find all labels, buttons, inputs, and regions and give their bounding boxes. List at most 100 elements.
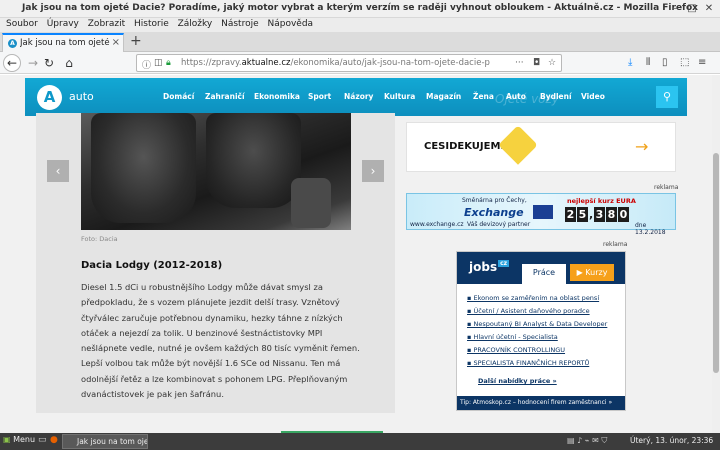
web-page: A auto Ojeté vozy Domácí Zahraničí Ekono… <box>0 75 712 433</box>
gallery-next-icon[interactable]: › <box>362 160 384 182</box>
tab-close-icon[interactable]: × <box>112 37 120 48</box>
tab-label: Jak jsou na tom ojeté Da <box>20 38 110 48</box>
menu-zobrazit[interactable]: Zobrazit <box>88 19 125 29</box>
nav-nazory[interactable]: Názory <box>344 92 373 101</box>
menu-soubor[interactable]: Soubor <box>6 19 38 29</box>
ad-exchange[interactable]: Směnárna pro Čechy, Exchange www.exchang… <box>406 193 676 236</box>
exchange-site: www.exchange.cz <box>410 221 464 228</box>
nav-auto[interactable]: Auto <box>506 92 526 101</box>
job-link[interactable]: SPECIALISTA FINANČNÍCH REPORTŮ <box>467 357 623 370</box>
scrollbar-thumb[interactable] <box>713 153 719 373</box>
nav-magazin[interactable]: Magazín <box>426 92 461 101</box>
menu-nastroje[interactable]: Nástroje <box>221 19 259 29</box>
mint-logo-icon: ▣ <box>3 435 11 444</box>
show-desktop-icon[interactable]: ▭ <box>38 435 47 445</box>
menu-zalozky[interactable]: Záložky <box>178 19 213 29</box>
window-titlebar: Jak jsou na tom ojeté Dacie? Poradíme, j… <box>0 0 720 18</box>
job-link[interactable]: PRACOVNÍK CONTROLLINGU <box>467 344 623 357</box>
job-link[interactable]: Ekonom se zaměřením na oblast pensí <box>467 292 623 305</box>
exchange-brand: Exchange <box>464 206 524 219</box>
rate-digit: 2 <box>565 207 576 222</box>
seat-shape <box>206 113 301 208</box>
arrow-right-icon: → <box>635 137 649 156</box>
new-tab-icon[interactable]: + <box>130 33 142 49</box>
home-icon[interactable]: ⌂ <box>60 54 78 72</box>
taskbar-window-firefox[interactable]: Jak jsou na tom ojeté <box>62 434 148 449</box>
url-bar[interactable]: ⓘ ◫ 🔒︎ https://zpravy.aktualne.cz/ekonom… <box>136 54 562 72</box>
nav-toolbar: ← → ↻ ⌂ ⓘ ◫ 🔒︎ https://zpravy.aktualne.c… <box>0 52 720 74</box>
nav-kultura[interactable]: Kultura <box>384 92 415 101</box>
close-icon[interactable]: ✕ <box>703 3 715 15</box>
gallery-photo <box>81 113 351 230</box>
taskbar: ▣ Menu ▭ ● Jak jsou na tom ojeté ▤ ♪ ⌁ ✉… <box>0 433 720 450</box>
more-jobs-link[interactable]: Další nabídky práce » <box>478 377 557 385</box>
menu-upravy[interactable]: Úpravy <box>47 19 79 29</box>
tracking-icon[interactable]: ◫ <box>154 58 163 68</box>
nav-bydleni[interactable]: Bydlení <box>540 92 572 101</box>
rate-comma: , <box>589 208 594 221</box>
pocket-icon[interactable]: ◘ <box>533 58 540 68</box>
favicon-icon: A <box>8 39 17 48</box>
minimize-icon[interactable]: – <box>670 3 682 15</box>
rate-digit: 0 <box>618 207 629 222</box>
back-icon[interactable]: ← <box>3 54 21 72</box>
exchange-tagline: Směnárna pro Čechy, <box>462 197 527 204</box>
library-icon[interactable]: ⫴ <box>646 57 650 68</box>
aktualne-logo[interactable]: A <box>37 85 62 110</box>
reload-icon[interactable]: ↻ <box>40 54 58 72</box>
section-label[interactable]: auto <box>69 90 94 103</box>
info-icon[interactable]: ⓘ <box>142 58 151 71</box>
firefox-launcher-icon[interactable]: ● <box>50 435 58 445</box>
site-header: A auto Ojeté vozy Domácí Zahraničí Ekono… <box>25 78 687 116</box>
tab-prace[interactable]: Práce <box>522 264 566 284</box>
exchange-rate-label: nejlepší kurz EURA <box>567 197 636 205</box>
bookmark-star-icon[interactable]: ☆ <box>548 58 556 68</box>
ad-cesidekujem[interactable]: CESIDEKUJEM.CZ → <box>406 122 676 172</box>
nav-video[interactable]: Video <box>581 92 605 101</box>
gallery-prev-icon[interactable]: ‹ <box>47 160 69 182</box>
jobs-logo[interactable]: jobs cz <box>469 260 510 274</box>
nav-ekonomika[interactable]: Ekonomika <box>254 92 300 101</box>
search-icon[interactable]: ⚲ <box>656 86 678 108</box>
job-link[interactable]: Nespoutaný BI Analyst & Data Developer <box>467 318 623 331</box>
ad-label: reklama <box>603 241 628 248</box>
menu-napoveda[interactable]: Nápověda <box>268 19 314 29</box>
eu-flag-icon <box>533 205 553 219</box>
job-link[interactable]: Hlavní účetní - Specialista <box>467 331 623 344</box>
download-icon[interactable]: ⤓ <box>628 57 632 68</box>
rate-digit: 5 <box>577 207 588 222</box>
gear-shifter-shape <box>291 178 331 228</box>
nav-domaci[interactable]: Domácí <box>163 92 194 101</box>
seat-shape <box>91 113 196 223</box>
rate-digit: 3 <box>594 207 605 222</box>
clock[interactable]: Úterý, 13. únor, 23:36 <box>630 436 713 445</box>
tab-active[interactable]: A Jak jsou na tom ojeté Da × <box>2 33 124 52</box>
jobs-footer-tip[interactable]: Tip: Atmoskop.cz – hodnocení firem zaměs… <box>457 396 625 410</box>
window-title: Jak jsou na tom ojeté Dacie? Poradíme, j… <box>22 3 698 13</box>
job-link[interactable]: Účetní / Asistent daňového poradce <box>467 305 623 318</box>
menubar: Soubor Úpravy Zobrazit Historie Záložky … <box>0 18 720 32</box>
screenshot-icon[interactable]: ⬚ <box>680 57 689 68</box>
page-scrollbar[interactable] <box>712 75 720 433</box>
tab-kurzy[interactable]: ▶ Kurzy <box>570 264 614 281</box>
article-gallery: ‹ › Foto: Dacia Dacia Lodgy (2012-2018) … <box>36 113 395 413</box>
menu-historie[interactable]: Historie <box>134 19 169 29</box>
article-heading: Dacia Lodgy (2012-2018) <box>81 260 223 271</box>
jobs-widget: jobscz Práce ▶ Kurzy Ekonom se zaměřením… <box>456 251 626 411</box>
jobs-list: Ekonom se zaměřením na oblast pensí Účet… <box>467 292 623 370</box>
url-text: https://zpravy.aktualne.cz/ekonomika/aut… <box>181 58 490 68</box>
hamburger-menu-icon[interactable]: ≡ <box>698 57 706 68</box>
tab-strip: A Jak jsou na tom ojeté Da × + <box>0 32 720 52</box>
nav-sport[interactable]: Sport <box>308 92 331 101</box>
nav-zahranici[interactable]: Zahraničí <box>205 92 245 101</box>
rate-digit: 8 <box>606 207 617 222</box>
maximize-icon[interactable]: □ <box>686 3 698 15</box>
page-actions-icon[interactable]: ··· <box>515 58 524 68</box>
sidebar-icon[interactable]: ▯ <box>662 57 668 68</box>
jobs-header: jobs cz Práce ▶ Kurzy <box>457 252 625 284</box>
start-menu-button[interactable]: ▣ Menu <box>3 435 35 444</box>
system-tray-icons[interactable]: ▤ ♪ ⌁ ✉ ⛉ <box>567 436 607 446</box>
ad-label: reklama <box>654 184 679 191</box>
lock-icon[interactable]: 🔒︎ <box>166 58 171 68</box>
nav-zena[interactable]: Žena <box>473 92 494 101</box>
